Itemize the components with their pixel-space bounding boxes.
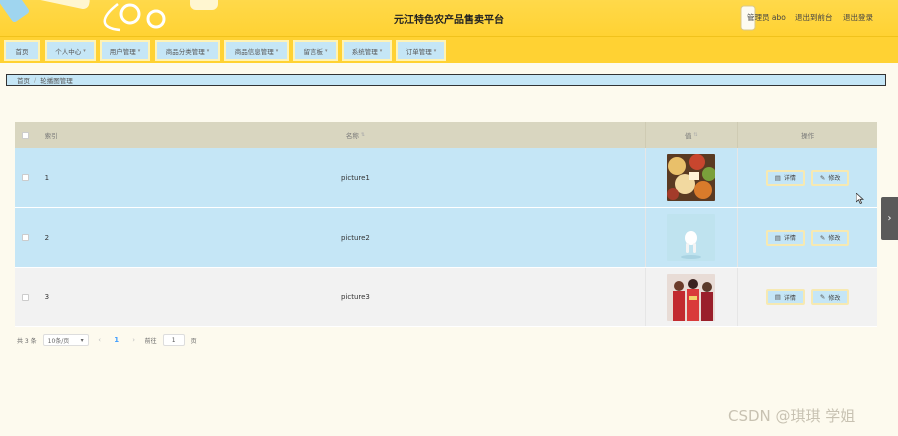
side-panel-toggle[interactable]: › xyxy=(881,197,898,240)
nav-item-label: 留言板 xyxy=(303,47,323,56)
page-number[interactable]: 1 xyxy=(111,336,123,344)
header-name[interactable]: 名称 ⇅ xyxy=(66,122,644,148)
chevron-down-icon: ▾ xyxy=(137,47,141,54)
nav-item-user-management[interactable]: 用户管理 ▾ xyxy=(100,40,150,61)
carousel-table: 索引 名称 ⇅ 值 ⇅ 操作 1 picture1 ▤ 详情 ✎ 修改 2 pi… xyxy=(15,122,877,327)
chevron-down-icon: ▾ xyxy=(80,336,84,344)
table-row: 2 picture2 ▤ 详情 ✎ 修改 xyxy=(15,208,877,268)
next-page-icon[interactable]: › xyxy=(129,336,139,344)
nav-item-message-board[interactable]: 留言板 ▾ xyxy=(293,40,338,61)
detail-button[interactable]: ▤ 详情 xyxy=(765,289,805,305)
breadcrumb: 首页 / 轮播图管理 xyxy=(6,74,886,86)
nav-item-label: 商品分类管理 xyxy=(165,47,205,56)
main-nav: 首页 个人中心 ▾ 用户管理 ▾ 商品分类管理 ▾ 商品信息管理 ▾ 留言板 ▾… xyxy=(0,36,898,63)
page-size-value: 10条/页 xyxy=(47,337,70,345)
detail-button[interactable]: ▤ 详情 xyxy=(765,169,805,186)
detail-button[interactable]: ▤ 详情 xyxy=(765,229,805,246)
nav-item-label: 个人中心 xyxy=(55,47,82,56)
row-index: 1 xyxy=(44,173,50,182)
people-photo-icon xyxy=(667,273,716,321)
detail-button-label: 详情 xyxy=(783,235,796,242)
detail-button-label: 详情 xyxy=(783,175,796,182)
nav-item-product-management[interactable]: 商品信息管理 ▾ xyxy=(224,40,289,61)
pencil-icon: ✎ xyxy=(819,293,826,301)
earbuds-photo-icon xyxy=(667,214,716,261)
document-icon: ▤ xyxy=(774,173,781,182)
header-name-label: 名称 xyxy=(345,132,359,140)
nav-item-label: 首页 xyxy=(15,47,29,56)
edit-button-label: 修改 xyxy=(828,235,841,242)
document-icon: ▤ xyxy=(774,233,781,242)
header-index: 索引 xyxy=(44,132,58,140)
document-icon: ▤ xyxy=(774,293,781,301)
edit-button[interactable]: ✎ 修改 xyxy=(810,229,850,246)
edit-button[interactable]: ✎ 修改 xyxy=(810,289,850,305)
chevron-down-icon: ▾ xyxy=(433,47,437,54)
chevron-down-icon: ▾ xyxy=(379,47,383,54)
row-checkbox[interactable] xyxy=(22,293,30,301)
header-bar: 元江特色农产品售卖平台 管理员 abo 退出到前台 退出登录 xyxy=(0,0,898,36)
chevron-down-icon: ▾ xyxy=(275,47,279,54)
pencil-icon: ✎ xyxy=(819,173,826,182)
breadcrumb-home[interactable]: 首页 xyxy=(17,75,30,85)
table-row: 1 picture1 ▤ 详情 ✎ 修改 xyxy=(15,148,877,208)
goto-page-input[interactable]: 1 xyxy=(162,334,185,346)
nav-item-label: 系统管理 xyxy=(351,47,378,56)
row-checkbox[interactable] xyxy=(22,234,30,241)
row-checkbox[interactable] xyxy=(22,174,30,181)
total-count: 共 3 条 xyxy=(17,337,37,345)
prev-page-icon[interactable]: ‹ xyxy=(95,336,105,344)
pagination: 共 3 条 10条/页 ▾ ‹ 1 › 前往 1 页 xyxy=(17,333,197,347)
page-unit-label: 页 xyxy=(190,337,197,345)
sort-icon[interactable]: ⇅ xyxy=(693,132,697,138)
table-header: 索引 名称 ⇅ 值 ⇅ 操作 xyxy=(15,122,877,148)
pencil-icon: ✎ xyxy=(819,233,826,242)
page-size-select[interactable]: 10条/页 ▾ xyxy=(42,334,89,346)
food-platter-photo-icon xyxy=(667,154,716,201)
back-to-frontend-link[interactable]: 退出到前台 xyxy=(795,12,833,23)
mouse-cursor-icon xyxy=(856,193,865,204)
edit-button-label: 修改 xyxy=(828,175,841,182)
detail-button-label: 详情 xyxy=(783,294,796,302)
nav-item-personal-center[interactable]: 个人中心 ▾ xyxy=(45,40,96,61)
admin-username: 管理员 abo xyxy=(747,13,786,22)
nav-item-category-management[interactable]: 商品分类管理 ▾ xyxy=(155,40,220,61)
row-name: picture2 xyxy=(340,233,370,242)
breadcrumb-current: 轮播图管理 xyxy=(40,77,73,85)
row-index: 3 xyxy=(44,293,50,301)
chevron-down-icon: ▾ xyxy=(206,47,210,54)
nav-item-home[interactable]: 首页 xyxy=(4,40,40,61)
edit-button-label: 修改 xyxy=(828,294,841,302)
chevron-right-icon: › xyxy=(887,213,892,224)
chevron-down-icon: ▾ xyxy=(83,47,86,54)
breadcrumb-separator: / xyxy=(34,76,37,84)
logout-link[interactable]: 退出登录 xyxy=(843,12,873,23)
chevron-down-icon: ▾ xyxy=(324,47,328,54)
watermark-text: CSDN @琪琪 学姐 xyxy=(728,407,856,425)
edit-button[interactable]: ✎ 修改 xyxy=(810,169,850,186)
sort-icon[interactable]: ⇅ xyxy=(361,132,365,138)
select-all-checkbox[interactable] xyxy=(22,131,30,139)
nav-item-label: 商品信息管理 xyxy=(234,47,274,56)
goto-label: 前往 xyxy=(144,337,157,345)
row-name: picture3 xyxy=(340,293,370,301)
nav-item-order-management[interactable]: 订单管理 ▾ xyxy=(396,40,446,61)
row-index: 2 xyxy=(44,233,50,242)
nav-item-label: 订单管理 xyxy=(405,47,432,56)
header-actions: 操作 xyxy=(801,132,815,140)
row-name: picture1 xyxy=(340,173,370,182)
nav-item-label: 用户管理 xyxy=(109,47,136,56)
nav-item-system-management[interactable]: 系统管理 ▾ xyxy=(342,40,392,61)
table-row: 3 picture3 ▤ 详情 ✎ 修改 xyxy=(15,268,877,327)
header-image-label: 值 xyxy=(684,132,692,140)
header-image[interactable]: 值 ⇅ xyxy=(644,122,739,148)
